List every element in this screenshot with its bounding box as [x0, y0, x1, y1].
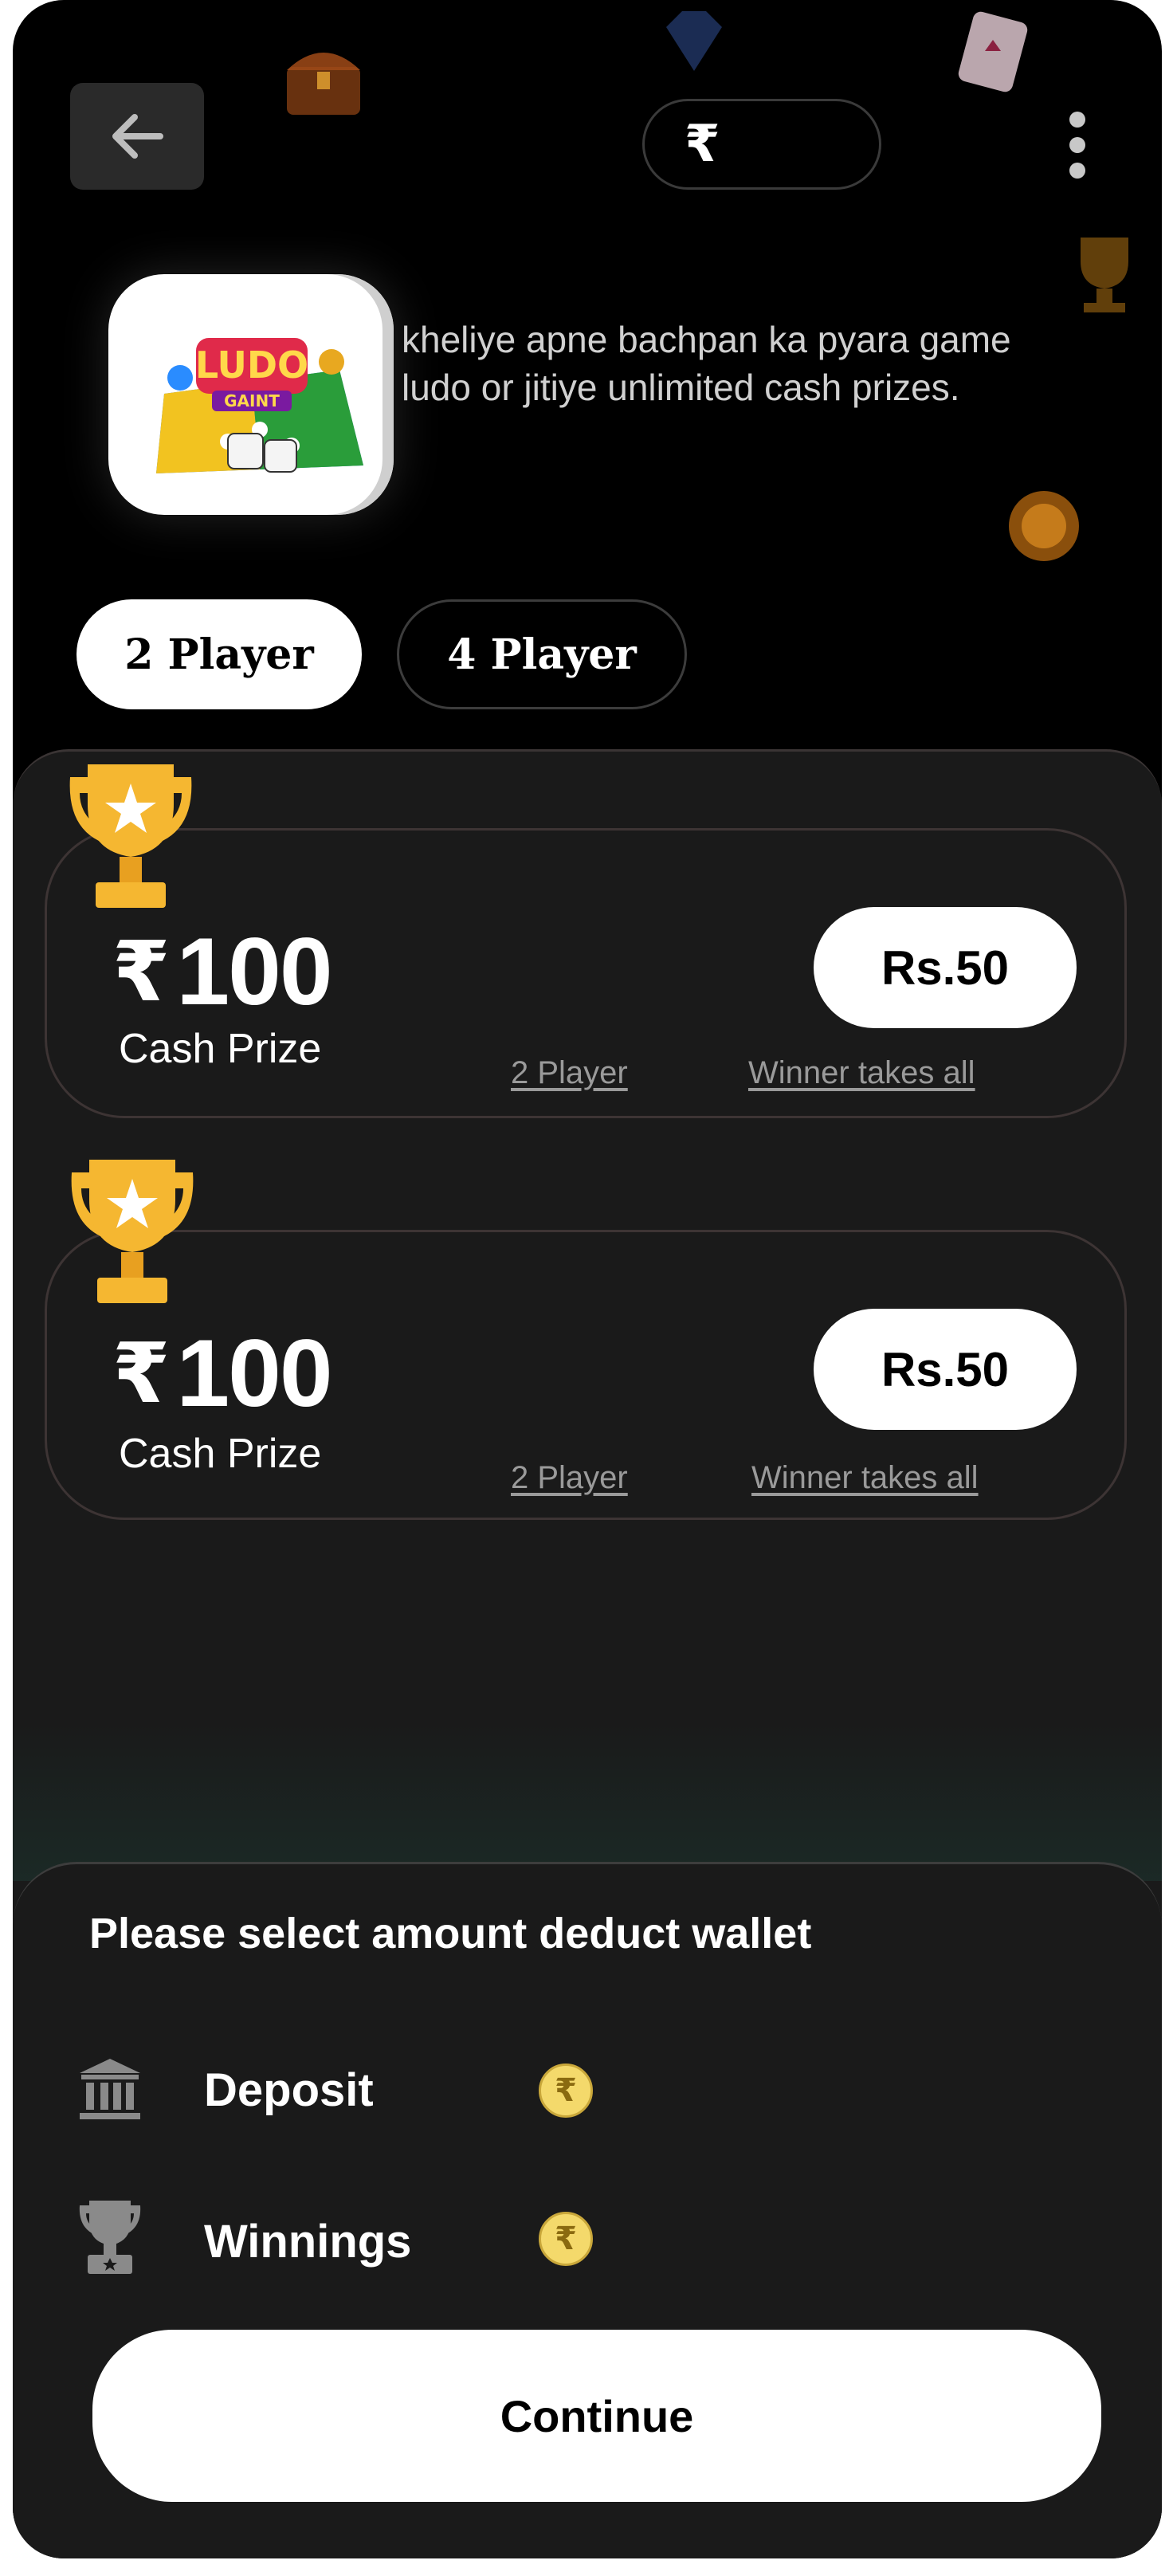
more-options-button[interactable] [1061, 112, 1093, 179]
sheet-glow [13, 1722, 1162, 1881]
coin-deco-icon [1009, 491, 1079, 561]
wallet-option-label: Winnings [204, 2216, 412, 2268]
tab-4-player[interactable]: 4 Player [397, 599, 687, 709]
entry-fee-button[interactable]: Rs.50 [814, 1309, 1077, 1430]
rupee-symbol: ₹ [112, 923, 170, 1020]
treasure-chest-icon [287, 53, 360, 115]
contest-card[interactable]: ₹ 100 Cash Prize Rs.50 2 Player Winner t… [45, 828, 1127, 1118]
prize-amount: ₹ 100 [112, 917, 333, 1027]
continue-button[interactable]: Continue [92, 2330, 1101, 2502]
wallet-option-winnings[interactable]: Winnings ₹ [13, 2196, 1162, 2291]
prize-value: 100 [176, 1320, 332, 1427]
player-count-link[interactable]: 2 Player [511, 1055, 628, 1091]
player-count-link[interactable]: 2 Player [511, 1460, 628, 1496]
arrow-left-icon [112, 114, 163, 159]
trophy-icon [71, 1160, 194, 1303]
wallet-balance-button[interactable]: ₹ [642, 99, 881, 190]
playing-card-icon [958, 11, 1028, 92]
trophy-icon [79, 2201, 141, 2274]
wallet-option-label: Deposit [204, 2064, 374, 2116]
logo-text-top: LUDO [195, 344, 308, 387]
logo-text-bottom: GAINT [224, 391, 280, 410]
prize-label: Cash Prize [119, 1431, 322, 1477]
prize-value: 100 [176, 918, 332, 1025]
sheet-title: Please select amount deduct wallet [89, 1910, 812, 1958]
back-button[interactable] [70, 83, 204, 190]
more-dot [1069, 112, 1085, 128]
wallet-selection-sheet: Please select amount deduct wallet Depos… [13, 1862, 1162, 2558]
rupee-symbol: ₹ [112, 1325, 170, 1422]
gem-icon [666, 11, 722, 71]
game-logo: LUDO GAINT [108, 274, 394, 515]
game-description: kheliye apne bachpan ka pyara game ludo … [402, 319, 1011, 408]
prize-label: Cash Prize [119, 1026, 322, 1072]
rupee-symbol: ₹ [685, 115, 720, 174]
more-dot [1069, 137, 1085, 153]
trophy-icon [69, 764, 192, 908]
prize-amount: ₹ 100 [112, 1318, 333, 1428]
entry-fee-button[interactable]: Rs.50 [814, 907, 1077, 1028]
winner-type-link[interactable]: Winner takes all [748, 1055, 975, 1091]
ludo-board-icon: LUDO GAINT [156, 338, 363, 473]
winner-type-link[interactable]: Winner takes all [751, 1460, 979, 1496]
wallet-option-deposit[interactable]: Deposit ₹ [13, 2048, 1162, 2143]
contest-card[interactable]: ₹ 100 Cash Prize Rs.50 2 Player Winner t… [45, 1230, 1127, 1520]
more-dot [1069, 163, 1085, 179]
rupee-coin-icon: ₹ [539, 2212, 593, 2266]
rupee-coin-icon: ₹ [539, 2064, 593, 2118]
app-screen: ₹ LUDO GAINT kheliye apne bachpan ka pya… [13, 0, 1162, 2558]
bank-icon [80, 2059, 140, 2119]
tab-2-player[interactable]: 2 Player [76, 599, 362, 709]
trophy-deco-icon [1081, 238, 1128, 312]
